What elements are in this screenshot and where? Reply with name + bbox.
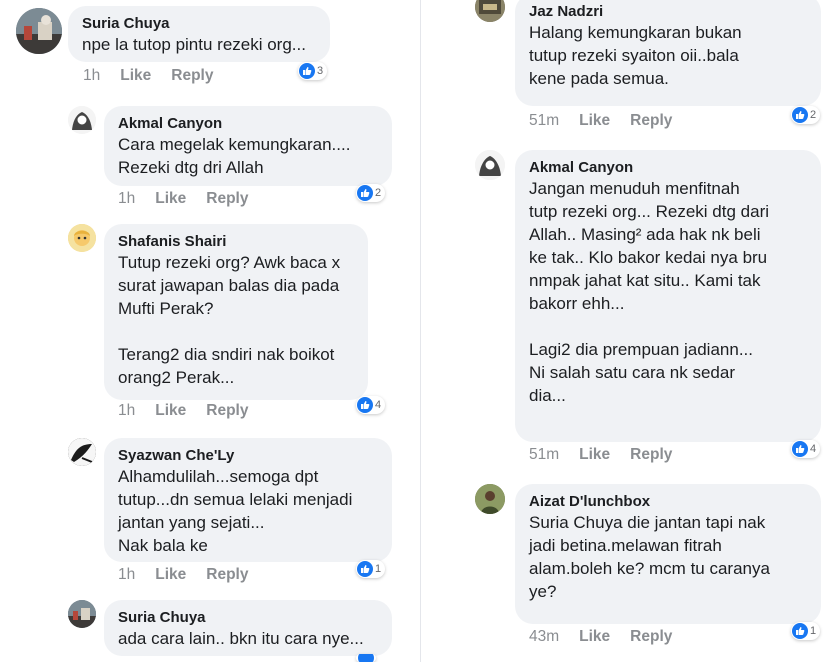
comment-author[interactable]: Akmal Canyon <box>118 114 378 133</box>
reaction-count-badge[interactable]: 2 <box>791 106 821 124</box>
comment-timestamp[interactable]: 43m <box>529 628 559 646</box>
like-button[interactable]: Like <box>579 446 610 464</box>
comment-actions: 1h Like Reply <box>118 402 248 420</box>
comment-item: Jaz Nadzri Halang kemungkaran bukan tutu… <box>421 0 838 140</box>
reply-button[interactable]: Reply <box>630 628 672 646</box>
reaction-count-badge[interactable] <box>356 654 376 662</box>
comment-actions: 1h Like Reply <box>83 67 213 85</box>
comment-text: Cara megelak kemungkaran.... Rezeki dtg … <box>118 135 351 177</box>
avatar[interactable] <box>475 0 505 22</box>
comment-timestamp[interactable]: 1h <box>118 190 135 208</box>
comment-text: Tutup rezeki org? Awk baca x surat jawap… <box>118 253 341 387</box>
comment-timestamp[interactable]: 1h <box>83 67 100 85</box>
comment-actions: 51m Like Reply <box>529 112 672 130</box>
reply-button[interactable]: Reply <box>206 566 248 584</box>
thumbs-up-icon <box>357 561 373 577</box>
comment-text: Suria Chuya die jantan tapi nak jadi bet… <box>529 513 770 601</box>
reaction-count-badge[interactable]: 1 <box>791 622 821 640</box>
comment-bubble: Shafanis Shairi Tutup rezeki org? Awk ba… <box>104 224 368 400</box>
reaction-count: 1 <box>375 563 382 575</box>
comment-bubble: Suria Chuya ada cara lain.. bkn itu cara… <box>104 600 392 656</box>
reaction-count-badge[interactable]: 4 <box>791 440 821 458</box>
comment-timestamp[interactable]: 51m <box>529 112 559 130</box>
like-button[interactable]: Like <box>579 112 610 130</box>
comment-timestamp[interactable]: 1h <box>118 566 135 584</box>
comment-author[interactable]: Syazwan Che'Ly <box>118 446 378 465</box>
reaction-count-badge[interactable]: 2 <box>356 184 386 202</box>
like-button[interactable]: Like <box>120 67 151 85</box>
comment-actions: 43m Like Reply <box>529 628 672 646</box>
comment-author[interactable]: Suria Chuya <box>118 608 378 627</box>
comment-bubble: Suria Chuya npe la tutop pintu rezeki or… <box>68 6 330 62</box>
comment-author[interactable]: Shafanis Shairi <box>118 232 354 251</box>
comment-bubble: Syazwan Che'Ly Alhamdulilah...semoga dpt… <box>104 438 392 562</box>
comment-item: Aizat D'lunchbox Suria Chuya die jantan … <box>421 480 838 662</box>
comments-column-right: Jaz Nadzri Halang kemungkaran bukan tutu… <box>420 0 838 662</box>
comment-timestamp[interactable]: 1h <box>118 402 135 420</box>
comment-text: Alhamdulilah...semoga dpt tutup...dn sem… <box>118 467 353 555</box>
thumbs-up-icon <box>357 185 373 201</box>
thumbs-up-icon <box>792 107 808 123</box>
like-button[interactable]: Like <box>155 566 186 584</box>
reaction-count: 1 <box>810 625 817 637</box>
avatar[interactable] <box>68 224 96 252</box>
avatar[interactable] <box>16 8 62 54</box>
thumbs-up-icon <box>792 441 808 457</box>
reply-button[interactable]: Reply <box>630 446 672 464</box>
reaction-count: 2 <box>810 109 817 121</box>
comment-text: ada cara lain.. bkn itu cara nye... <box>118 629 364 648</box>
comment-item: Shafanis Shairi Tutup rezeki org? Awk ba… <box>0 218 420 428</box>
avatar[interactable] <box>68 438 96 466</box>
like-button[interactable]: Like <box>579 628 610 646</box>
comment-bubble: Akmal Canyon Cara megelak kemungkaran...… <box>104 106 392 186</box>
reply-button[interactable]: Reply <box>630 112 672 130</box>
comment-author[interactable]: Jaz Nadzri <box>529 2 807 21</box>
comment-item: Akmal Canyon Cara megelak kemungkaran...… <box>0 100 420 212</box>
comment-actions: 1h Like Reply <box>118 190 248 208</box>
thumbs-up-icon <box>357 397 373 413</box>
comment-bubble: Aizat D'lunchbox Suria Chuya die jantan … <box>515 484 821 624</box>
reaction-count-badge[interactable]: 1 <box>356 560 386 578</box>
comment-text: Jangan menuduh menfitnah tutp rezeki org… <box>529 179 770 405</box>
like-button[interactable]: Like <box>155 402 186 420</box>
comment-bubble: Akmal Canyon Jangan menuduh menfitnah tu… <box>515 150 821 442</box>
comment-item: Suria Chuya ada cara lain.. bkn itu cara… <box>0 594 420 662</box>
reaction-count: 4 <box>375 399 382 411</box>
comment-author[interactable]: Akmal Canyon <box>529 158 807 177</box>
comment-text: Halang kemungkaran bukan tutup rezeki sy… <box>529 23 742 88</box>
avatar[interactable] <box>68 600 96 628</box>
reaction-count: 2 <box>375 187 382 199</box>
comment-actions: 1h Like Reply <box>118 566 248 584</box>
avatar[interactable] <box>68 106 96 134</box>
comment-author[interactable]: Aizat D'lunchbox <box>529 492 807 511</box>
like-button[interactable]: Like <box>155 190 186 208</box>
reply-button[interactable]: Reply <box>206 190 248 208</box>
comments-column-left: Suria Chuya npe la tutop pintu rezeki or… <box>0 0 420 662</box>
reply-button[interactable]: Reply <box>171 67 213 85</box>
avatar[interactable] <box>475 150 505 180</box>
reply-button[interactable]: Reply <box>206 402 248 420</box>
avatar[interactable] <box>475 484 505 514</box>
thumbs-up-icon <box>792 623 808 639</box>
comment-author[interactable]: Suria Chuya <box>82 14 316 33</box>
comment-item: Syazwan Che'Ly Alhamdulilah...semoga dpt… <box>0 432 420 592</box>
comment-item: Akmal Canyon Jangan menuduh menfitnah tu… <box>421 146 838 476</box>
comment-item: Suria Chuya npe la tutop pintu rezeki or… <box>0 0 420 95</box>
comment-bubble: Jaz Nadzri Halang kemungkaran bukan tutu… <box>515 0 821 106</box>
reaction-count: 4 <box>810 443 817 455</box>
comment-text: npe la tutop pintu rezeki org... <box>82 35 306 54</box>
comment-timestamp[interactable]: 51m <box>529 446 559 464</box>
reaction-count: 3 <box>317 65 324 77</box>
thumbs-up-icon <box>299 63 315 79</box>
thumbs-up-icon <box>358 654 374 662</box>
reaction-count-badge[interactable]: 3 <box>298 62 328 80</box>
reaction-count-badge[interactable]: 4 <box>356 396 386 414</box>
comment-actions: 51m Like Reply <box>529 446 672 464</box>
